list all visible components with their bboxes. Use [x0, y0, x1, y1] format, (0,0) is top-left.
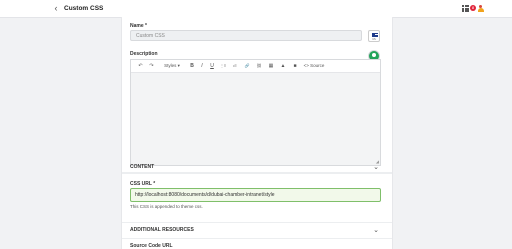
page-title: Custom CSS: [64, 5, 104, 12]
table-icon[interactable]: ▦: [265, 60, 277, 72]
image-icon[interactable]: ▲: [277, 60, 289, 72]
italic-button[interactable]: I: [197, 60, 207, 72]
bold-button[interactable]: B: [187, 60, 197, 72]
underline-button[interactable]: U: [207, 60, 217, 72]
source-code-url-label: Source Code URL: [130, 243, 173, 249]
user-avatar-icon[interactable]: [477, 4, 484, 13]
top-icons: 8: [462, 4, 484, 13]
editor-toolbar: ↶ ↷ Styles ▾ B I U ⋮≡ •≡ 🔗 ⛓ ▦ ▲ ■ <> So…: [131, 60, 380, 73]
ordered-list-icon[interactable]: ⋮≡: [217, 60, 229, 72]
editor-content-area[interactable]: ◢: [131, 73, 380, 165]
divider: [122, 238, 392, 239]
name-input[interactable]: Custom CSS: [130, 30, 362, 41]
link-icon[interactable]: 🔗: [241, 60, 253, 72]
css-url-label: CSS URL *: [130, 181, 156, 187]
css-url-input[interactable]: http://localhost:8080/documents/d/dubai-…: [130, 188, 381, 202]
unlink-icon[interactable]: ⛓: [253, 60, 265, 72]
back-arrow-icon[interactable]: ‹: [52, 4, 60, 13]
undo-icon[interactable]: ↶: [135, 60, 146, 72]
source-button[interactable]: <> Source: [301, 60, 327, 72]
chevron-down-icon[interactable]: ⌄: [373, 164, 379, 171]
language-code: US: [372, 38, 376, 41]
additional-resources-header[interactable]: ADDITIONAL RESOURCES ⌄: [130, 227, 381, 237]
language-selector[interactable]: US: [368, 30, 380, 42]
us-flag-icon: [371, 33, 378, 37]
form-card: Name * Custom CSS US Description ↶ ↷ Sty…: [121, 17, 393, 249]
notification-count-badge: 8: [470, 4, 476, 11]
name-label: Name *: [130, 23, 147, 29]
styles-dropdown[interactable]: Styles ▾: [157, 60, 187, 72]
css-url-helper: This CSS is appended to theme css.: [130, 204, 203, 209]
divider: [122, 222, 392, 223]
bulleted-list-icon[interactable]: •≡: [229, 60, 241, 72]
top-bar: ‹ Custom CSS 8: [0, 0, 512, 18]
chevron-down-icon[interactable]: ⌄: [373, 227, 379, 234]
rich-text-editor[interactable]: ↶ ↷ Styles ▾ B I U ⋮≡ •≡ 🔗 ⛓ ▦ ▲ ■ <> So…: [130, 59, 381, 166]
media-icon[interactable]: ■: [289, 60, 301, 72]
apps-grid-icon[interactable]: [462, 5, 469, 12]
additional-resources-title: ADDITIONAL RESOURCES: [130, 227, 194, 233]
content-section-title: CONTENT: [130, 164, 155, 170]
divider: [122, 173, 392, 174]
description-label: Description: [130, 51, 158, 57]
redo-icon[interactable]: ↷: [146, 60, 157, 72]
styles-label: Styles: [164, 63, 177, 68]
